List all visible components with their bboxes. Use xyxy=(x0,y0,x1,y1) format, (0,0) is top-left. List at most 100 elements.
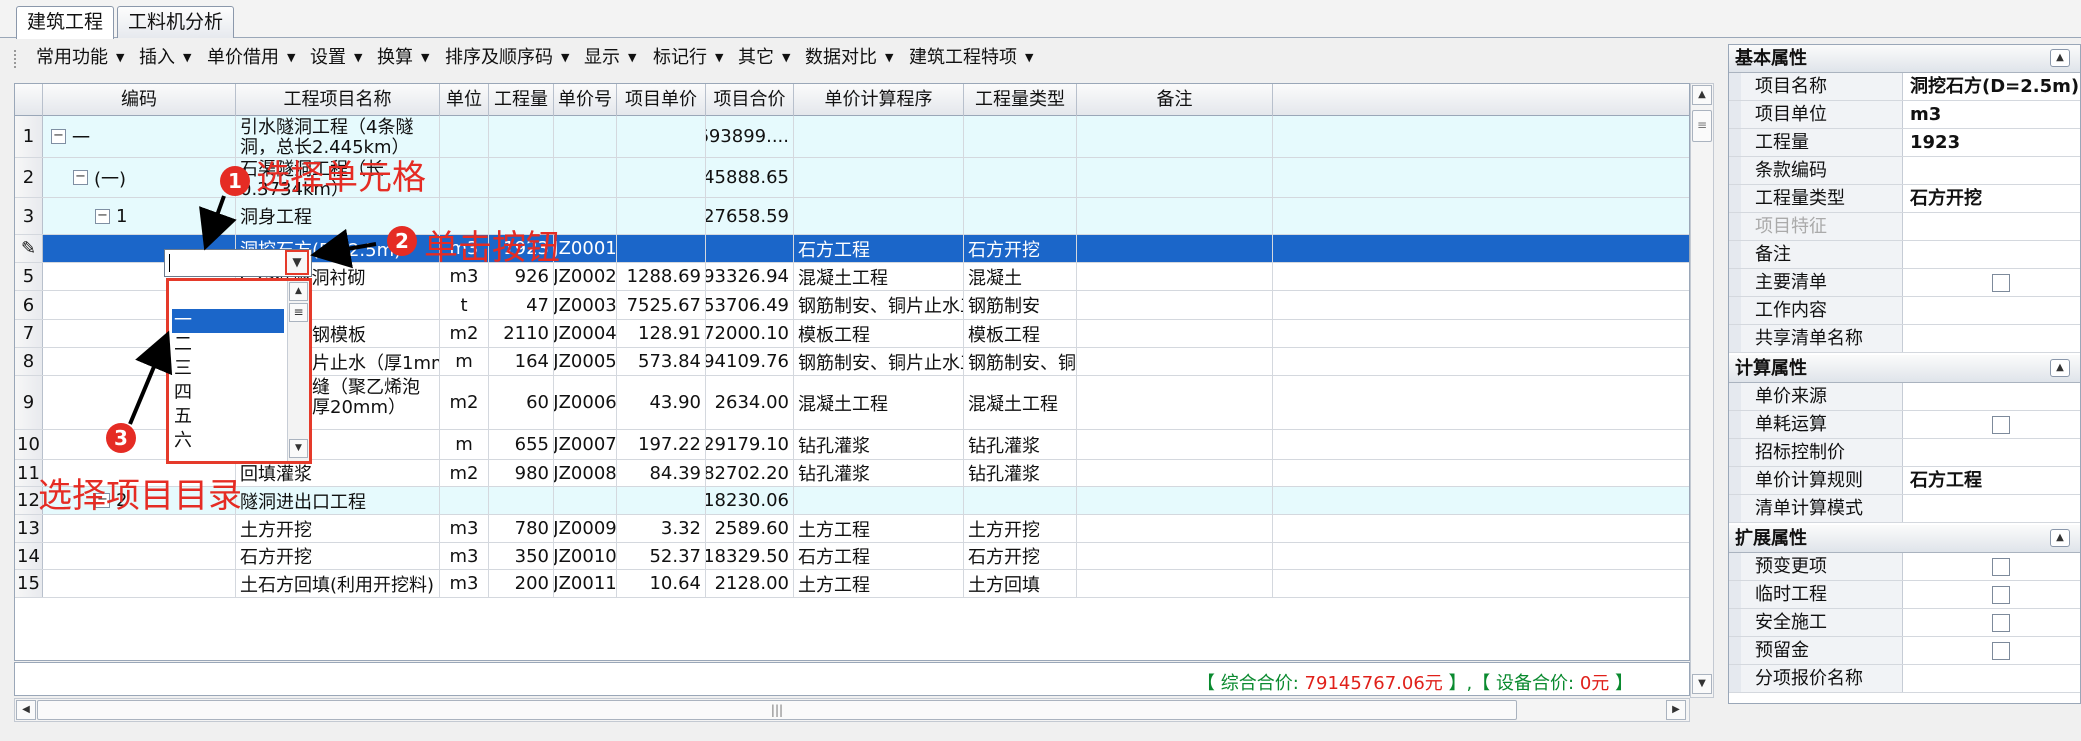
cell-unit-price[interactable]: 3.32 xyxy=(617,515,706,542)
cell-unit[interactable]: m2 xyxy=(440,376,489,429)
cell-quantity[interactable]: 200 xyxy=(489,570,554,597)
cell-name[interactable]: 土方开挖 xyxy=(236,515,440,542)
scroll-down-icon[interactable]: ▼ xyxy=(289,439,308,458)
cell-calc-program[interactable] xyxy=(794,158,964,197)
cell-price-no[interactable]: JZ0006 xyxy=(554,376,617,429)
cell-unit-price[interactable]: 197.22 xyxy=(617,430,706,459)
cell-calc-program[interactable]: 钢筋制安、铜片止水工程 xyxy=(794,291,964,319)
cell-unit-price[interactable]: 52.37 xyxy=(617,543,706,569)
column-header-quantity[interactable]: 工程量 xyxy=(489,84,554,116)
cell-quantity-type[interactable]: 模板工程 xyxy=(964,320,1077,347)
cell-quantity-type[interactable] xyxy=(964,158,1077,197)
cell-unit-price[interactable]: 84.39 xyxy=(617,460,706,486)
section-header-extended-properties[interactable]: 扩展属性 ▲ xyxy=(1729,525,2080,553)
property-value[interactable] xyxy=(1904,665,2080,692)
dropdown-option[interactable]: 三 xyxy=(172,357,284,381)
menu-mark-row[interactable]: 标记行 ▼ xyxy=(653,46,723,70)
checkbox[interactable] xyxy=(1992,586,2010,604)
row-number[interactable]: 15 xyxy=(15,570,43,597)
cell-quantity-type[interactable]: 钻孔灌浆 xyxy=(964,430,1077,459)
property-value[interactable] xyxy=(1904,609,2080,636)
cell-total-price[interactable]: 418230.06 xyxy=(706,487,794,514)
menu-sort-order[interactable]: 排序及顺序码 ▼ xyxy=(445,46,569,70)
cell-note[interactable] xyxy=(1077,198,1273,234)
cell-unit-price[interactable]: 7525.67 xyxy=(617,291,706,319)
collapse-section-icon[interactable]: ▲ xyxy=(2050,49,2070,67)
cell-note[interactable] xyxy=(1077,376,1273,429)
cell-note[interactable] xyxy=(1077,543,1273,569)
cell-quantity-type[interactable] xyxy=(964,116,1077,157)
cell-quantity[interactable]: 980 xyxy=(489,460,554,486)
property-value[interactable] xyxy=(1904,581,2080,608)
menu-price-borrow[interactable]: 单价借用 ▼ xyxy=(207,46,295,70)
checkbox[interactable] xyxy=(1992,274,2010,292)
property-value[interactable] xyxy=(1904,269,2080,296)
cell-calc-program[interactable]: 土方工程 xyxy=(794,515,964,542)
cell-quantity[interactable]: 655 xyxy=(489,430,554,459)
menu-display[interactable]: 显示 ▼ xyxy=(584,46,636,70)
cell-total-price[interactable]: 272000.10 xyxy=(706,320,794,347)
table-row[interactable]: 15 土石方回填(利用开挖料) m3 200 JZ0011 10.64 2128.00 土方工… xyxy=(15,570,1689,598)
cell-unit-price[interactable] xyxy=(617,116,706,157)
column-header-total-price[interactable]: 项目合价 xyxy=(706,84,794,116)
cell-price-no[interactable]: JZ0003 xyxy=(554,291,617,319)
cell-unit-price[interactable]: 573.84 xyxy=(617,348,706,375)
checkbox[interactable] xyxy=(1992,558,2010,576)
row-number[interactable]: 1 xyxy=(15,116,43,157)
cell-note[interactable] xyxy=(1077,116,1273,157)
cell-name[interactable]: 隧洞进出口工程 xyxy=(236,487,440,514)
table-row[interactable]: 14 石方开挖 m3 350 JZ0010 52.37 18329.50 石方工程 石方开挖 xyxy=(15,543,1689,570)
cell-quantity[interactable] xyxy=(489,487,554,514)
cell-unit-price[interactable]: 43.90 xyxy=(617,376,706,429)
cell-unit-price[interactable]: 10.64 xyxy=(617,570,706,597)
cell-note[interactable] xyxy=(1077,291,1273,319)
cell-quantity-type[interactable]: 混凝土工程 xyxy=(964,376,1077,429)
property-value[interactable] xyxy=(1904,241,2080,268)
row-number[interactable]: 5 xyxy=(15,263,43,290)
cell-unit[interactable]: m3 xyxy=(440,570,489,597)
cell-price-no[interactable]: JZ0008 xyxy=(554,460,617,486)
section-header-basic-properties[interactable]: 基本属性 ▲ xyxy=(1729,45,2080,73)
cell-total-price[interactable] xyxy=(706,235,794,262)
grid-horizontal-scrollbar[interactable]: ◀ ||| ▶ xyxy=(14,698,1690,722)
menu-common-functions[interactable]: 常用功能 ▼ xyxy=(36,46,124,70)
cell-quantity[interactable]: 780 xyxy=(489,515,554,542)
cell-total-price[interactable]: 2634.00 xyxy=(706,376,794,429)
checkbox[interactable] xyxy=(1992,614,2010,632)
row-number[interactable]: 3 xyxy=(15,198,43,234)
property-value[interactable]: 石方工程 xyxy=(1904,467,2080,494)
row-number[interactable]: 9 xyxy=(15,376,43,429)
scroll-right-icon[interactable]: ▶ xyxy=(1666,700,1686,720)
cell-calc-program[interactable]: 钻孔灌浆 xyxy=(794,460,964,486)
cell-unit-price[interactable] xyxy=(617,235,706,262)
tab-material-analysis[interactable]: 工料机分析 xyxy=(117,6,235,38)
directory-row[interactable]: 12−2隧洞进出口工程418230.06 xyxy=(15,487,1689,515)
menu-data-compare[interactable]: 数据对比 ▼ xyxy=(805,46,893,70)
property-value[interactable] xyxy=(1904,297,2080,324)
cell-calc-program[interactable]: 石方工程 xyxy=(794,543,964,569)
dropdown-scrollbar[interactable]: ▲ ≡ ▼ xyxy=(287,281,309,461)
property-value[interactable]: m3 xyxy=(1904,101,2080,128)
cell-price-no[interactable]: JZ0004 xyxy=(554,320,617,347)
dropdown-option[interactable]: 六 xyxy=(172,429,284,453)
column-header-unit-price[interactable]: 项目单价 xyxy=(617,84,706,116)
row-number[interactable]: 14 xyxy=(15,543,43,569)
cell-quantity-type[interactable]: 石方开挖 xyxy=(964,543,1077,569)
checkbox[interactable] xyxy=(1992,642,2010,660)
cell-price-no[interactable]: JZ0011 xyxy=(554,570,617,597)
cell-quantity-type[interactable]: 土方回填 xyxy=(964,570,1077,597)
cell-unit[interactable]: m3 xyxy=(440,515,489,542)
property-value[interactable] xyxy=(1904,383,2080,410)
cell-calc-program[interactable]: 钻孔灌浆 xyxy=(794,430,964,459)
checkbox[interactable] xyxy=(1992,416,2010,434)
property-value[interactable]: 石方开挖 xyxy=(1904,185,2080,212)
cell-note[interactable] xyxy=(1077,348,1273,375)
menu-conversion[interactable]: 换算 ▼ xyxy=(377,46,429,70)
cell-quantity[interactable]: 164 xyxy=(489,348,554,375)
column-header-code[interactable]: 编码 xyxy=(43,84,236,116)
directory-row[interactable]: 3−1洞身工程2127658.59 xyxy=(15,198,1689,235)
cell-quantity[interactable]: 47 xyxy=(489,291,554,319)
cell-quantity-type[interactable]: 钢筋制安、铜... xyxy=(964,348,1077,375)
scroll-left-icon[interactable]: ◀ xyxy=(16,700,36,720)
cell-calc-program[interactable]: 混凝土工程 xyxy=(794,263,964,290)
